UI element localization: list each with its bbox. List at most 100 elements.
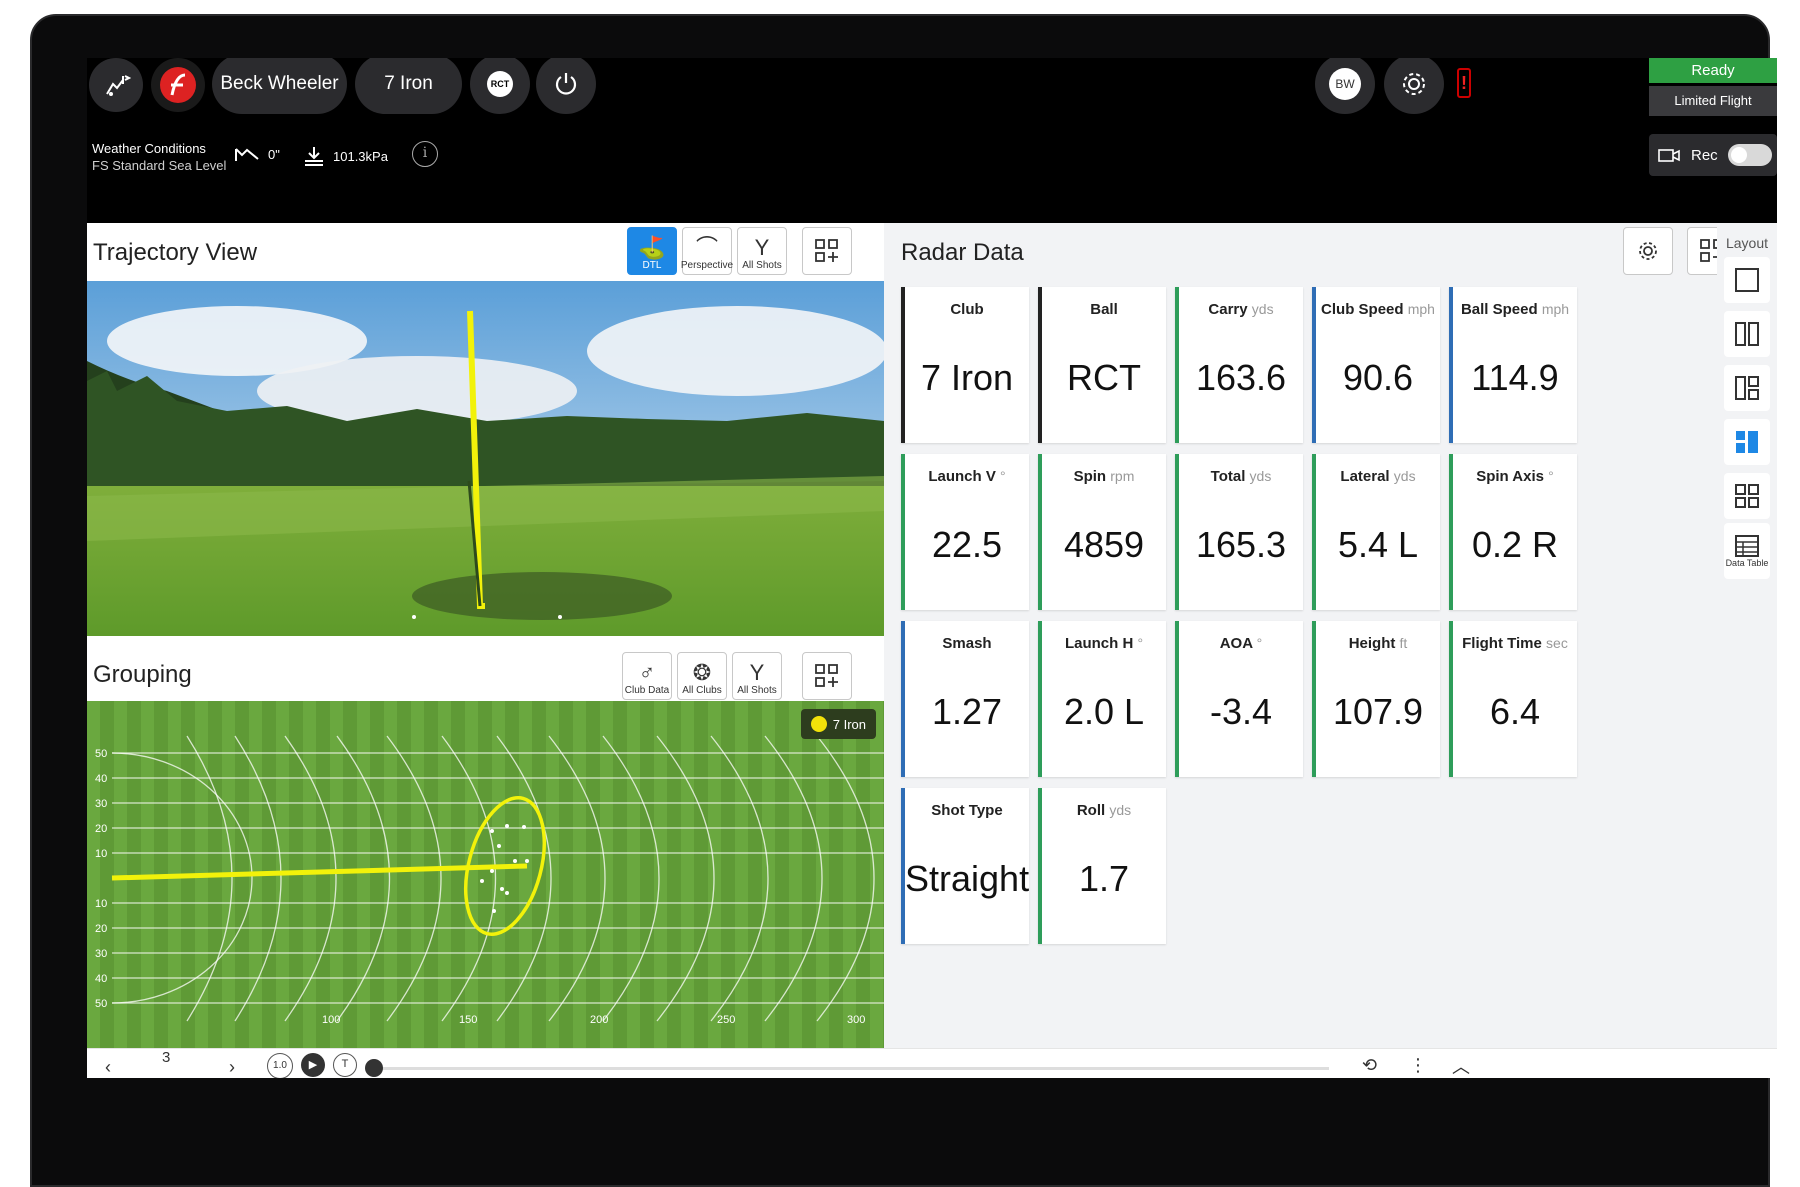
radar-card-label-text: Total [1210,468,1246,485]
data-table-icon [1735,535,1759,557]
radar-card-label: Spin rpm [1042,468,1166,485]
radar-card-unit: yds [1109,802,1132,818]
layout-three-panel-alt-button[interactable] [1724,419,1770,465]
x-tick-label: 250 [717,1014,735,1026]
radar-card[interactable]: Roll yds 1.7 [1038,788,1166,944]
grass-stripe [843,701,856,1053]
radar-card-label-text: Ball [1090,301,1118,318]
layout-sidebar: Layout Data Table [1717,223,1777,1068]
all-shots-button-trajectory[interactable]: Y All Shots [737,227,787,275]
layout-data-table-button[interactable]: Data Table [1724,523,1770,579]
trajectory-add-widget-button[interactable] [802,227,852,275]
grouping-add-widget-button[interactable] [802,652,852,700]
perspective-view-button[interactable]: ⌒ Perspective [681,227,733,275]
radar-card[interactable]: Flight Time sec 6.4 [1449,621,1577,777]
next-shot-button[interactable]: › [229,1057,235,1078]
radar-card-label-text: Spin [1073,468,1107,485]
device-alert-icon[interactable]: ! [1457,68,1471,98]
user-avatar[interactable]: BW [1315,58,1375,114]
grass-stripe [492,701,505,1053]
playback-speed-button[interactable]: 1.0 [267,1053,293,1078]
y-tick-label: 30 [95,948,107,960]
more-options-button[interactable]: ⋮ [1409,1055,1427,1076]
play-button[interactable]: ▶ [301,1053,325,1077]
layout-quad-button[interactable] [1724,473,1770,519]
grouping-title: Grouping [93,661,192,688]
radar-card-label: Lateral yds [1316,468,1440,485]
club-select-button[interactable]: 7 Iron [355,58,462,114]
dtl-icon: ⛳ [638,235,666,260]
radar-card-unit: mph [1541,301,1570,317]
radar-card[interactable]: Height ft 107.9 [1312,621,1440,777]
club-data-button[interactable]: ♂ Club Data [622,652,672,700]
all-clubs-button[interactable]: ❂ All Clubs [677,652,727,700]
radar-card[interactable]: Spin Axis ° 0.2 R [1449,454,1577,610]
grass-stripe [573,701,586,1053]
radar-card-unit: mph [1407,301,1435,317]
settings-button[interactable] [1384,58,1444,114]
radar-card[interactable]: Ball Speed mph 114.9 [1449,287,1577,443]
grass-stripe [870,701,883,1053]
club-data-label: Club Data [624,685,670,696]
power-button[interactable] [536,58,596,114]
layout-two-column-icon [1735,322,1759,346]
grass-stripe [735,701,748,1053]
prev-shot-button[interactable]: ‹ [105,1057,111,1078]
radar-card[interactable]: Club 7 Iron [901,287,1029,443]
radar-card[interactable]: Club Speed mph 90.6 [1312,287,1440,443]
camera-icon [1658,149,1680,162]
radar-card[interactable]: Lateral yds 5.4 L [1312,454,1440,610]
radar-card[interactable]: Shot Type Straight [901,788,1029,944]
elevation-readout: 0" [234,145,280,163]
all-shots-label: All Shots [742,260,782,271]
scrubber-handle[interactable] [365,1059,383,1077]
dtl-label: DTL [642,260,662,271]
grouping-chart: 50 40 30 20 10 10 20 30 40 50 100 150 20… [87,701,884,1053]
golfer-mode-button[interactable] [89,58,143,112]
radar-card[interactable]: Carry yds 163.6 [1175,287,1303,443]
power-icon [555,73,577,95]
layout-title: Layout [1725,235,1769,251]
radar-card[interactable]: Launch V ° 22.5 [901,454,1029,610]
radar-card-unit: yds [1393,468,1416,484]
all-clubs-icon: ❂ [692,660,712,685]
info-icon[interactable]: i [412,141,438,167]
layout-three-panel-button[interactable] [1724,365,1770,411]
radar-card[interactable]: Ball RCT [1038,287,1166,443]
radar-card-value: 7 Iron [920,357,1014,398]
layout-two-column-button[interactable] [1724,311,1770,357]
grass-stripe [411,701,424,1053]
grouping-field[interactable]: 50 40 30 20 10 10 20 30 40 50 100 150 20… [87,701,884,1053]
rec-toggle[interactable] [1727,144,1772,166]
tee-view-button[interactable]: T [333,1053,357,1077]
playback-scrubber[interactable] [365,1059,1329,1077]
expand-button[interactable]: ︿ [1452,1053,1470,1078]
y-tick-label: 20 [95,923,107,935]
weather-conditions[interactable]: Weather Conditions FS Standard Sea Level [92,140,226,174]
grass-stripe [519,701,532,1053]
radar-card[interactable]: Total yds 165.3 [1175,454,1303,610]
radar-card-value: -3.4 [1209,691,1273,732]
legend-marker [810,716,827,732]
club-icon: Y [754,235,770,260]
x-tick-label: 200 [590,1014,608,1026]
radar-settings-button[interactable] [1623,227,1673,275]
trajectory-panel: Trajectory View ⛳ DTL ⌒ Perspective Y Al… [87,223,884,636]
radar-card-label-text: Height [1348,635,1396,652]
radar-card[interactable]: Smash 1.27 [901,621,1029,777]
radar-card-label-text: Smash [942,635,992,652]
pressure-readout: 101.3kPa [303,145,388,167]
all-shots-button-grouping[interactable]: Y All Shots [732,652,782,700]
shot-number: 3 [162,1049,171,1066]
trajectory-scene[interactable] [87,281,884,636]
replay-button[interactable]: ⟲ [1362,1055,1377,1076]
layout-single-button[interactable] [1724,257,1770,303]
dtl-view-button[interactable]: ⛳ DTL [627,227,677,275]
player-name-button[interactable]: Beck Wheeler [212,58,347,114]
grass-stripe [600,701,613,1053]
radar-card[interactable]: Spin rpm 4859 [1038,454,1166,610]
radar-card[interactable]: Launch H ° 2.0 L [1038,621,1166,777]
radar-card[interactable]: AOA ° -3.4 [1175,621,1303,777]
grass-stripe [438,701,451,1053]
ball-type-button[interactable]: RCT [470,58,530,114]
